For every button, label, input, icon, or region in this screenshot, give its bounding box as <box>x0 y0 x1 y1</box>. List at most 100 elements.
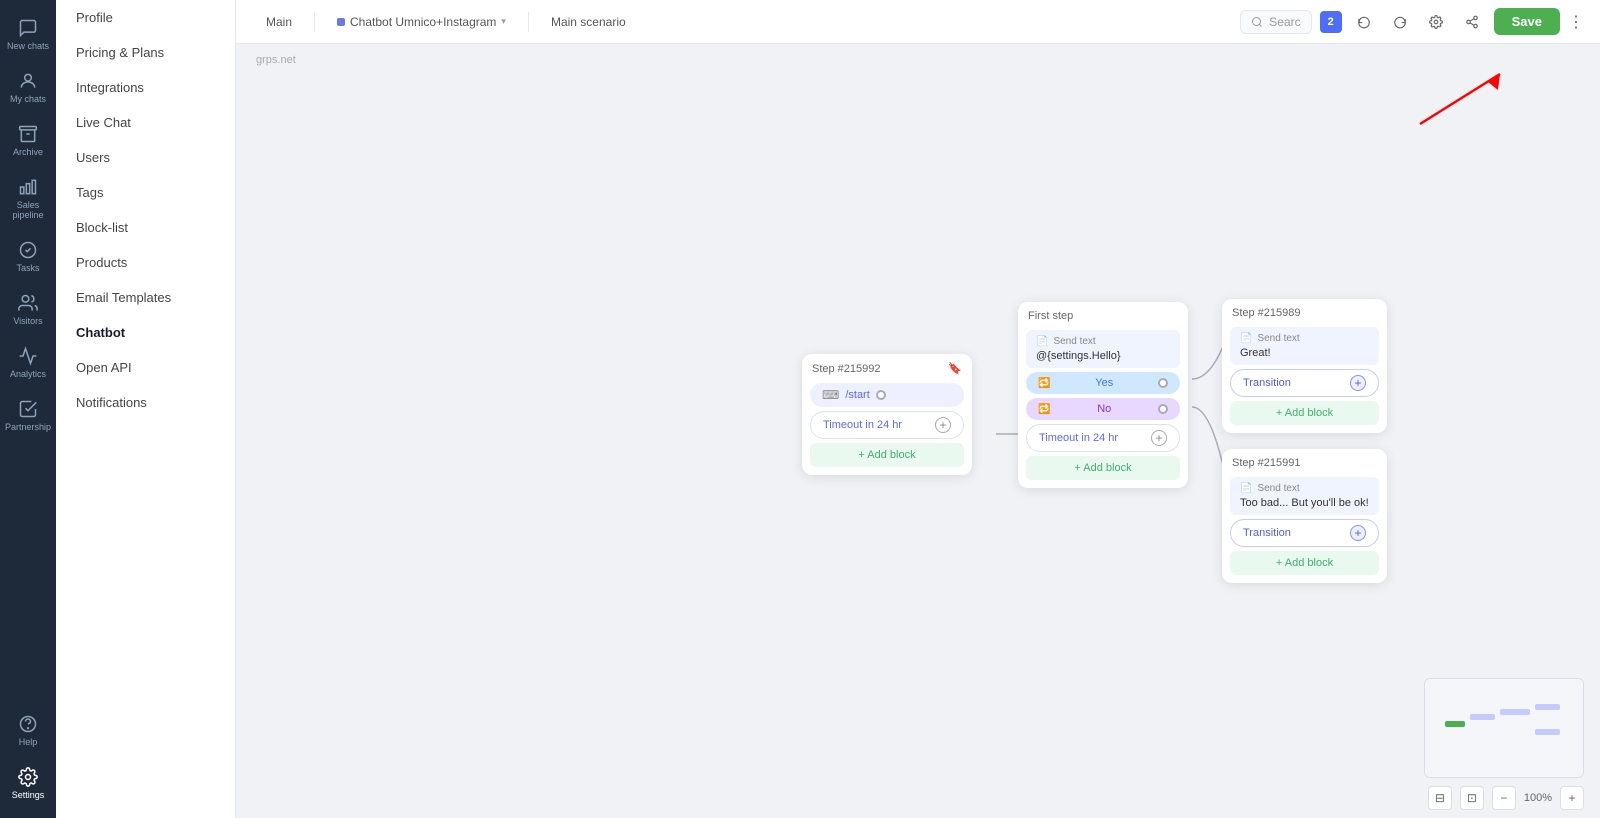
sidebar-item-analytics[interactable]: Analytics <box>0 338 56 387</box>
canvas[interactable]: grps.net Start Step #2159 <box>236 44 1600 818</box>
main-content: Main Chatbot Umnico+Instagram ▾ Main sce… <box>236 0 1600 818</box>
tab-chatbot-umnico[interactable]: Chatbot Umnico+Instagram ▾ <box>323 7 520 37</box>
sidebar-menu-products[interactable]: Products <box>56 245 235 280</box>
sidebar-menu-users[interactable]: Users <box>56 140 235 175</box>
node-215989-header: Step #215989 <box>1222 299 1387 323</box>
send-text-label-215989: 📄 Send text <box>1240 333 1369 344</box>
topbar-search[interactable]: Searc <box>1240 10 1311 34</box>
node-215992-header: Step #215992 🔖 <box>802 354 972 379</box>
sidebar-menu-tags[interactable]: Tags <box>56 175 235 210</box>
send-text-content-215989: Great! <box>1240 347 1369 359</box>
tab-divider-1 <box>314 12 315 32</box>
node-first-step: First step 📄 Send text @{settings.Hello}… <box>1018 302 1188 488</box>
sidebar-menu-profile[interactable]: Profile <box>56 0 235 35</box>
sidebar-item-settings[interactable]: Settings <box>0 759 56 808</box>
trigger-block-215992[interactable]: ⌨ /start <box>810 383 964 407</box>
215991-send-text: 📄 Send text Too bad... But you'll be ok! <box>1230 477 1379 515</box>
node-215991-header: Step #215991 <box>1222 449 1387 473</box>
transition-block-215991[interactable]: Transition + <box>1230 519 1379 547</box>
sidebar-menu-pricing-plans[interactable]: Pricing & Plans <box>56 35 235 70</box>
no-block[interactable]: 🔁 No <box>1026 398 1180 420</box>
sidebar-menu-open-api[interactable]: Open API <box>56 350 235 385</box>
sidebar-item-label-visitors: Visitors <box>13 316 42 326</box>
more-options-button[interactable]: ⋮ <box>1568 12 1584 32</box>
first-step-id: First step <box>1028 310 1073 322</box>
send-text-content-215991: Too bad... But you'll be ok! <box>1240 497 1369 509</box>
transition-label-215991: Transition <box>1243 527 1291 539</box>
yes-connector <box>1158 378 1168 388</box>
sidebar-item-visitors[interactable]: Visitors <box>0 285 56 334</box>
first-step-send-text: 📄 Send text @{settings.Hello} <box>1026 330 1180 368</box>
timeout-label-215992: Timeout in 24 hr <box>823 419 902 431</box>
settings-button[interactable] <box>1422 8 1450 36</box>
sidebar-item-new-chats[interactable]: New chats <box>0 10 56 59</box>
zoom-out-button[interactable]: − <box>1492 786 1516 810</box>
search-text: Searc <box>1269 15 1300 29</box>
sidebar-item-label-my-chats: My chats <box>10 94 46 104</box>
share-button[interactable] <box>1458 8 1486 36</box>
transition-block-215989[interactable]: Transition + <box>1230 369 1379 397</box>
mini-start-node <box>1445 721 1465 727</box>
topbar-actions: 2 <box>1320 8 1584 36</box>
sidebar-item-label-partnership: Partnership <box>5 422 51 432</box>
mini-node-4 <box>1535 729 1560 735</box>
send-text-label-215991: 📄 Send text <box>1240 483 1369 494</box>
canvas-hint: grps.net <box>256 54 296 66</box>
trigger-label: /start <box>845 389 869 401</box>
node-215991-id: Step #215991 <box>1232 457 1301 469</box>
sidebar-menu-email-templates[interactable]: Email Templates <box>56 280 235 315</box>
sidebar-item-tasks[interactable]: Tasks <box>0 232 56 281</box>
sidebar-menu-notifications[interactable]: Notifications <box>56 385 235 420</box>
tab-main-scenario[interactable]: Main scenario <box>537 7 640 37</box>
no-connector <box>1158 404 1168 414</box>
sidebar-item-my-chats[interactable]: My chats <box>0 63 56 112</box>
first-step-header: First step <box>1018 302 1188 326</box>
undo-button[interactable] <box>1350 8 1378 36</box>
timeout-plus-first: + <box>1151 430 1167 446</box>
no-label: No <box>1097 403 1111 415</box>
sidebar-menu-integrations[interactable]: Integrations <box>56 70 235 105</box>
sidebar-wide: Profile Pricing & Plans Integrations Liv… <box>56 0 236 818</box>
sidebar-item-partnership[interactable]: Partnership <box>0 391 56 440</box>
badge-count[interactable]: 2 <box>1320 11 1342 33</box>
fit-screen-button[interactable]: ⊡ <box>1460 786 1484 810</box>
yes-block[interactable]: 🔁 Yes <box>1026 372 1180 394</box>
sidebar-menu-block-list[interactable]: Block-list <box>56 210 235 245</box>
redo-button[interactable] <box>1386 8 1414 36</box>
sidebar-item-label-settings: Settings <box>12 790 45 800</box>
zoom-level: 100% <box>1524 792 1552 804</box>
add-block-first-step[interactable]: + Add block <box>1026 456 1180 480</box>
tab-main[interactable]: Main <box>252 7 306 37</box>
sidebar-item-sales-pipeline[interactable]: Sales pipeline <box>0 169 56 228</box>
node-step-215992: Step #215992 🔖 ⌨ /start Timeout in 24 hr… <box>802 354 972 475</box>
save-button[interactable]: Save <box>1494 8 1560 35</box>
trigger-icon: ⌨ <box>822 388 839 402</box>
transition-plus-215991: + <box>1350 525 1366 541</box>
sidebar-menu-chatbot[interactable]: Chatbot <box>56 315 235 350</box>
sidebar-item-archive[interactable]: Archive <box>0 116 56 165</box>
node-215992-id: Step #215992 <box>812 363 881 375</box>
tab-main-label: Main <box>266 15 292 29</box>
timeout-block-215992[interactable]: Timeout in 24 hr + <box>810 411 964 439</box>
timeout-block-first-step[interactable]: Timeout in 24 hr + <box>1026 424 1180 452</box>
tab-dot-icon <box>337 18 345 26</box>
collapse-button[interactable]: ⊟ <box>1428 786 1452 810</box>
bookmark-icon[interactable]: 🔖 <box>948 362 962 375</box>
node-215989-id: Step #215989 <box>1232 307 1301 319</box>
send-text-label-first: 📄 Send text <box>1036 336 1170 347</box>
mini-node-3 <box>1535 704 1560 710</box>
topbar: Main Chatbot Umnico+Instagram ▾ Main sce… <box>236 0 1600 44</box>
zoom-in-button[interactable]: + <box>1560 786 1584 810</box>
sidebar-menu-live-chat[interactable]: Live Chat <box>56 105 235 140</box>
search-icon <box>1251 16 1263 28</box>
tab-main-scenario-label: Main scenario <box>551 15 626 29</box>
transition-plus-215989: + <box>1350 375 1366 391</box>
sidebar-item-label-archive: Archive <box>13 147 43 157</box>
add-block-215992[interactable]: + Add block <box>810 443 964 467</box>
mini-node-2 <box>1500 709 1530 715</box>
tab-arrow-icon: ▾ <box>501 16 506 27</box>
sidebar-item-help[interactable]: Help <box>0 706 56 755</box>
add-block-215991[interactable]: + Add block <box>1230 551 1379 575</box>
tab-divider-2 <box>528 12 529 32</box>
add-block-215989[interactable]: + Add block <box>1230 401 1379 425</box>
